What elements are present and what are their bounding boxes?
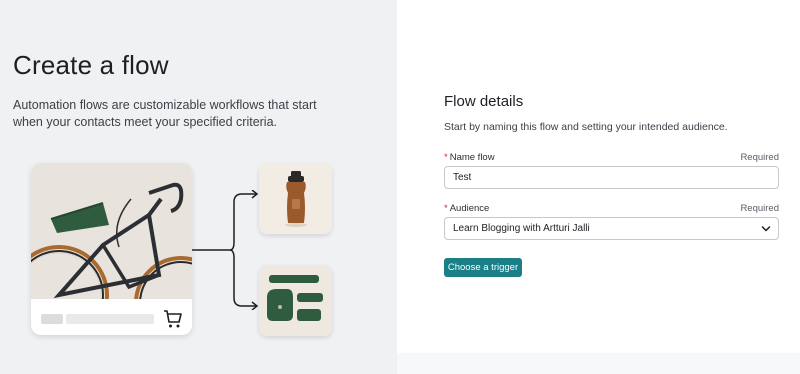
page-title: Create a flow xyxy=(13,50,169,80)
panel-footer xyxy=(397,353,800,374)
audience-selected-value: Learn Blogging with Artturi Jalli xyxy=(453,223,590,234)
name-flow-label: * Name flow xyxy=(444,152,495,163)
form-title: Flow details xyxy=(444,93,524,110)
bike-image xyxy=(31,163,192,299)
flow-connector-arrows xyxy=(192,190,259,310)
audience-required-note: Required xyxy=(740,203,779,214)
required-asterisk: * xyxy=(444,203,448,214)
chevron-down-icon xyxy=(761,226,771,232)
name-flow-label-text: Name flow xyxy=(449,152,495,163)
name-flow-input[interactable] xyxy=(444,166,779,189)
name-required-note: Required xyxy=(740,152,779,163)
form-description: Start by naming this flow and setting yo… xyxy=(444,121,728,133)
audience-select[interactable]: Learn Blogging with Artturi Jalli xyxy=(444,217,779,240)
cart-icon xyxy=(164,310,182,328)
bike-bags-image xyxy=(259,265,332,336)
placeholder-chip xyxy=(41,314,63,324)
water-bottle-card xyxy=(259,163,332,234)
placeholder-bar xyxy=(66,314,154,324)
page-description: Automation flows are customizable workfl… xyxy=(13,98,317,129)
audience-label: * Audience xyxy=(444,203,489,214)
water-bottle-image xyxy=(259,163,332,234)
choose-trigger-button[interactable]: Choose a trigger xyxy=(444,258,522,277)
required-asterisk: * xyxy=(444,152,448,163)
audience-label-text: Audience xyxy=(449,203,490,214)
product-card xyxy=(31,163,192,335)
bike-bags-card xyxy=(259,265,332,336)
